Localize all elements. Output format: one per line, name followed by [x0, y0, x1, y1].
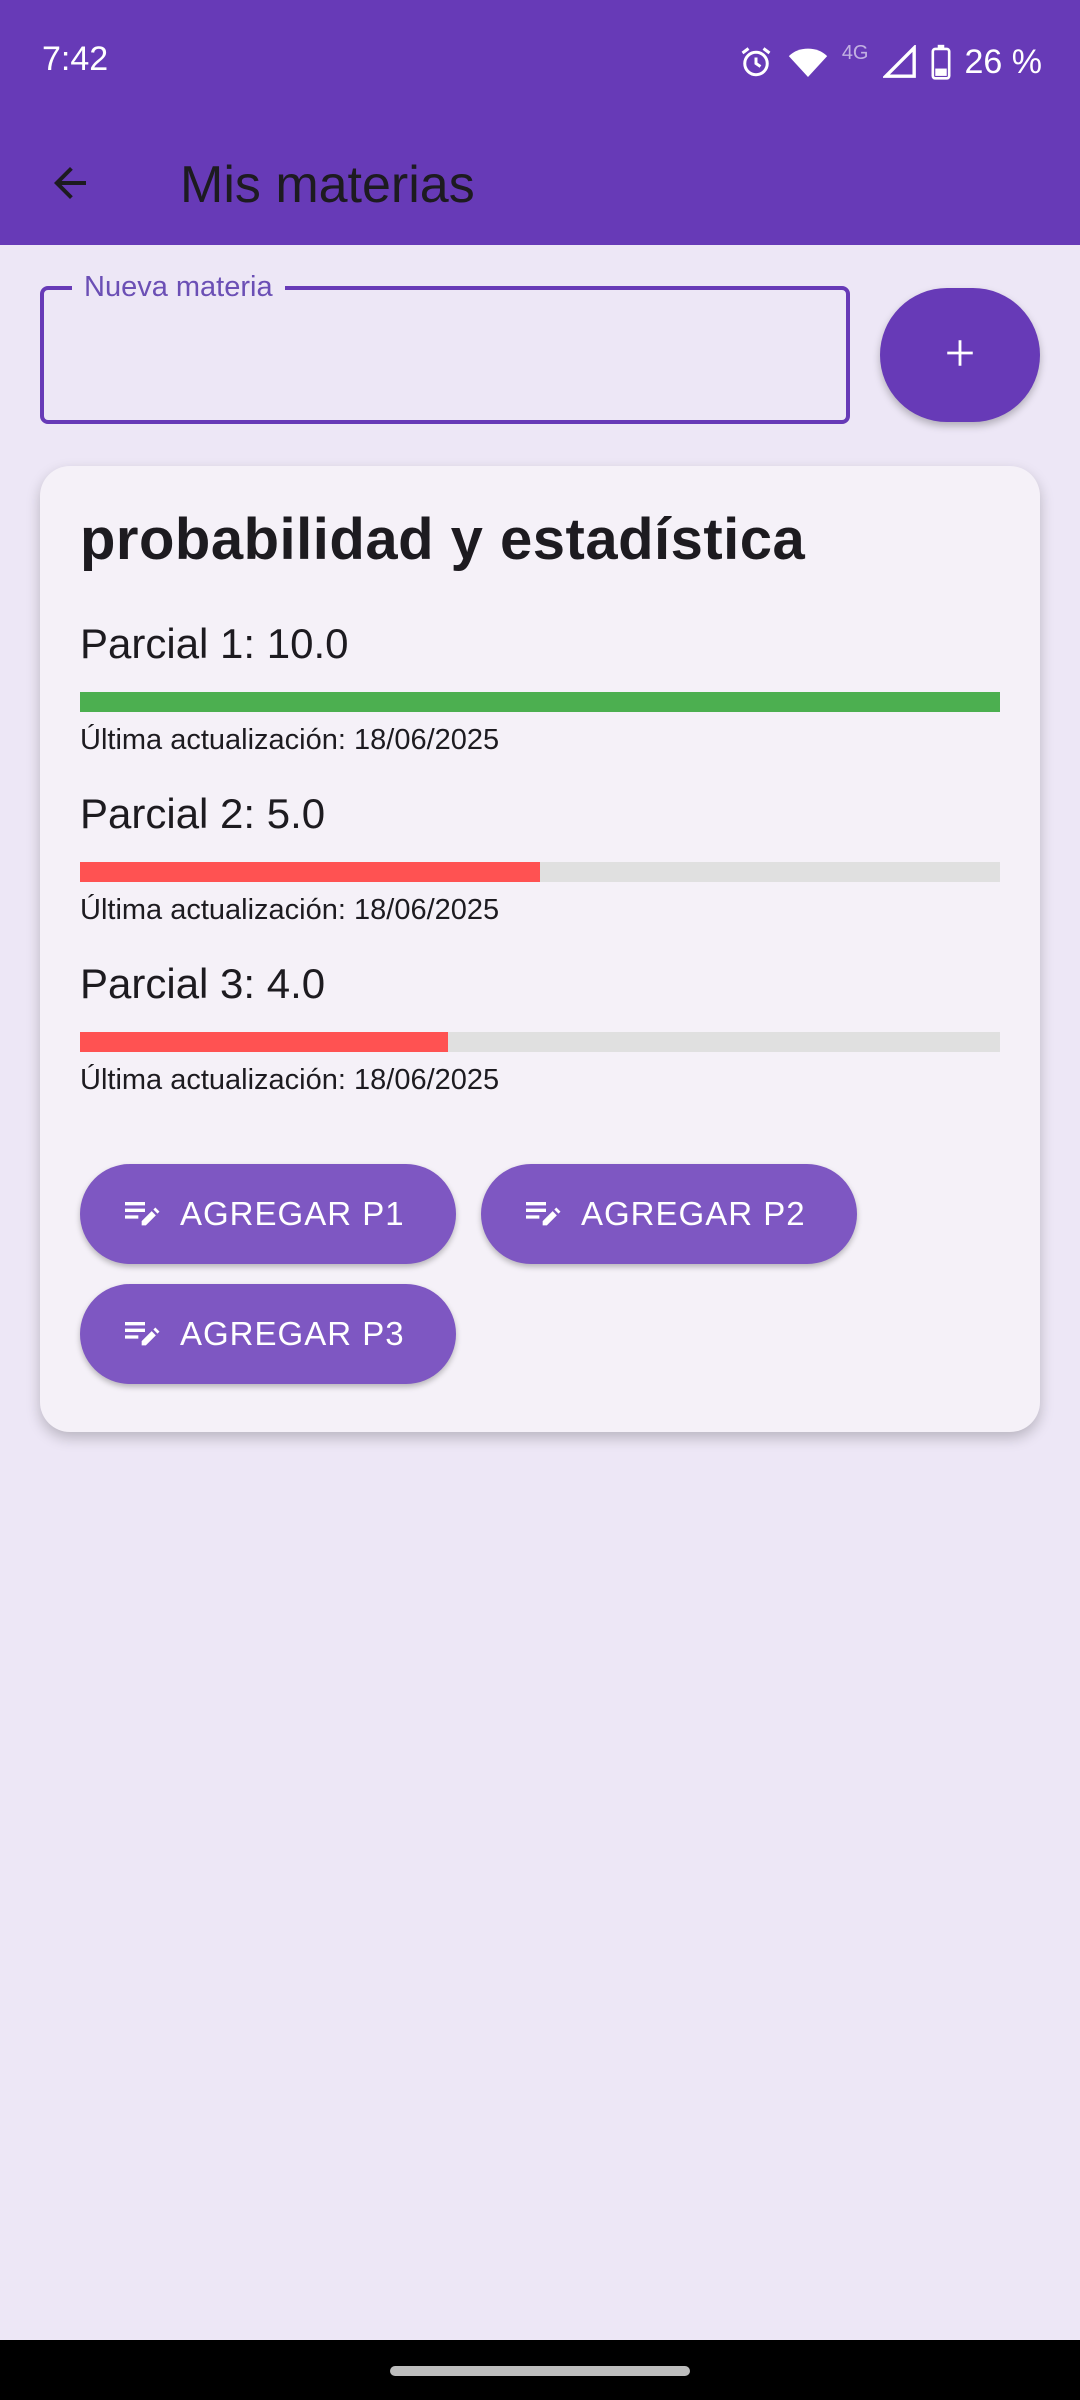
grade-label: Parcial 2: 5.0 — [80, 790, 326, 837]
new-subject-input[interactable] — [44, 290, 846, 420]
grade-item-3: Parcial 3: 4.0 Última actualización: 18/… — [80, 956, 1000, 1096]
wifi-icon — [788, 44, 828, 80]
status-icons: 4G 26 % — [738, 40, 1042, 84]
plus-icon — [943, 336, 977, 375]
home-gesture-handle[interactable] — [390, 2366, 690, 2376]
edit-note-icon — [120, 1192, 160, 1237]
grade-progress-fill — [80, 692, 1000, 712]
grade-progress-bar — [80, 862, 1000, 882]
grade-updated-date: Última actualización: 18/06/2025 — [80, 894, 500, 926]
grade-progress-bar — [80, 1032, 1000, 1052]
network-type: 4G — [841, 41, 869, 64]
add-p1-button[interactable]: AGREGAR P1 — [80, 1164, 456, 1264]
edit-note-icon — [120, 1312, 160, 1357]
back-button[interactable] — [36, 151, 104, 219]
add-p2-button[interactable]: AGREGAR P2 — [481, 1164, 857, 1264]
page-title: Mis materias — [180, 156, 475, 214]
grade-progress-bar — [80, 692, 1000, 712]
subject-name: probabilidad y estadística — [80, 507, 806, 572]
grade-updated-date: Última actualización: 18/06/2025 — [80, 1064, 500, 1096]
battery-icon — [931, 44, 951, 80]
subject-card: probabilidad y estadística Parcial 1: 10… — [40, 466, 1040, 1432]
status-bar: 7:42 4G 26 % — [0, 0, 1080, 125]
add-p2-label: AGREGAR P2 — [581, 1195, 806, 1232]
add-subject-button[interactable] — [880, 288, 1040, 422]
new-subject-label: Nueva materia — [72, 270, 285, 304]
grade-progress-fill — [80, 1032, 448, 1052]
battery-level: 26 % — [964, 42, 1043, 81]
add-p3-label: AGREGAR P3 — [180, 1315, 405, 1352]
grade-item-1: Parcial 1: 10.0 Última actualización: 18… — [80, 616, 1000, 756]
new-subject-field[interactable]: Nueva materia — [40, 270, 850, 424]
grade-item-2: Parcial 2: 5.0 Última actualización: 18/… — [80, 786, 1000, 926]
grade-label: Parcial 1: 10.0 — [80, 620, 349, 667]
add-p1-label: AGREGAR P1 — [180, 1195, 405, 1232]
app-bar: Mis materias — [0, 125, 1080, 245]
arrow-back-icon — [46, 159, 94, 212]
status-time: 7:42 — [42, 40, 109, 78]
signal-icon — [882, 45, 917, 79]
system-nav-bar — [0, 2340, 1080, 2400]
grade-progress-fill — [80, 862, 540, 882]
alarm-icon — [738, 44, 774, 80]
grade-updated-date: Última actualización: 18/06/2025 — [80, 724, 500, 756]
edit-note-icon — [521, 1192, 561, 1237]
add-p3-button[interactable]: AGREGAR P3 — [80, 1284, 456, 1384]
grade-label: Parcial 3: 4.0 — [80, 960, 326, 1007]
